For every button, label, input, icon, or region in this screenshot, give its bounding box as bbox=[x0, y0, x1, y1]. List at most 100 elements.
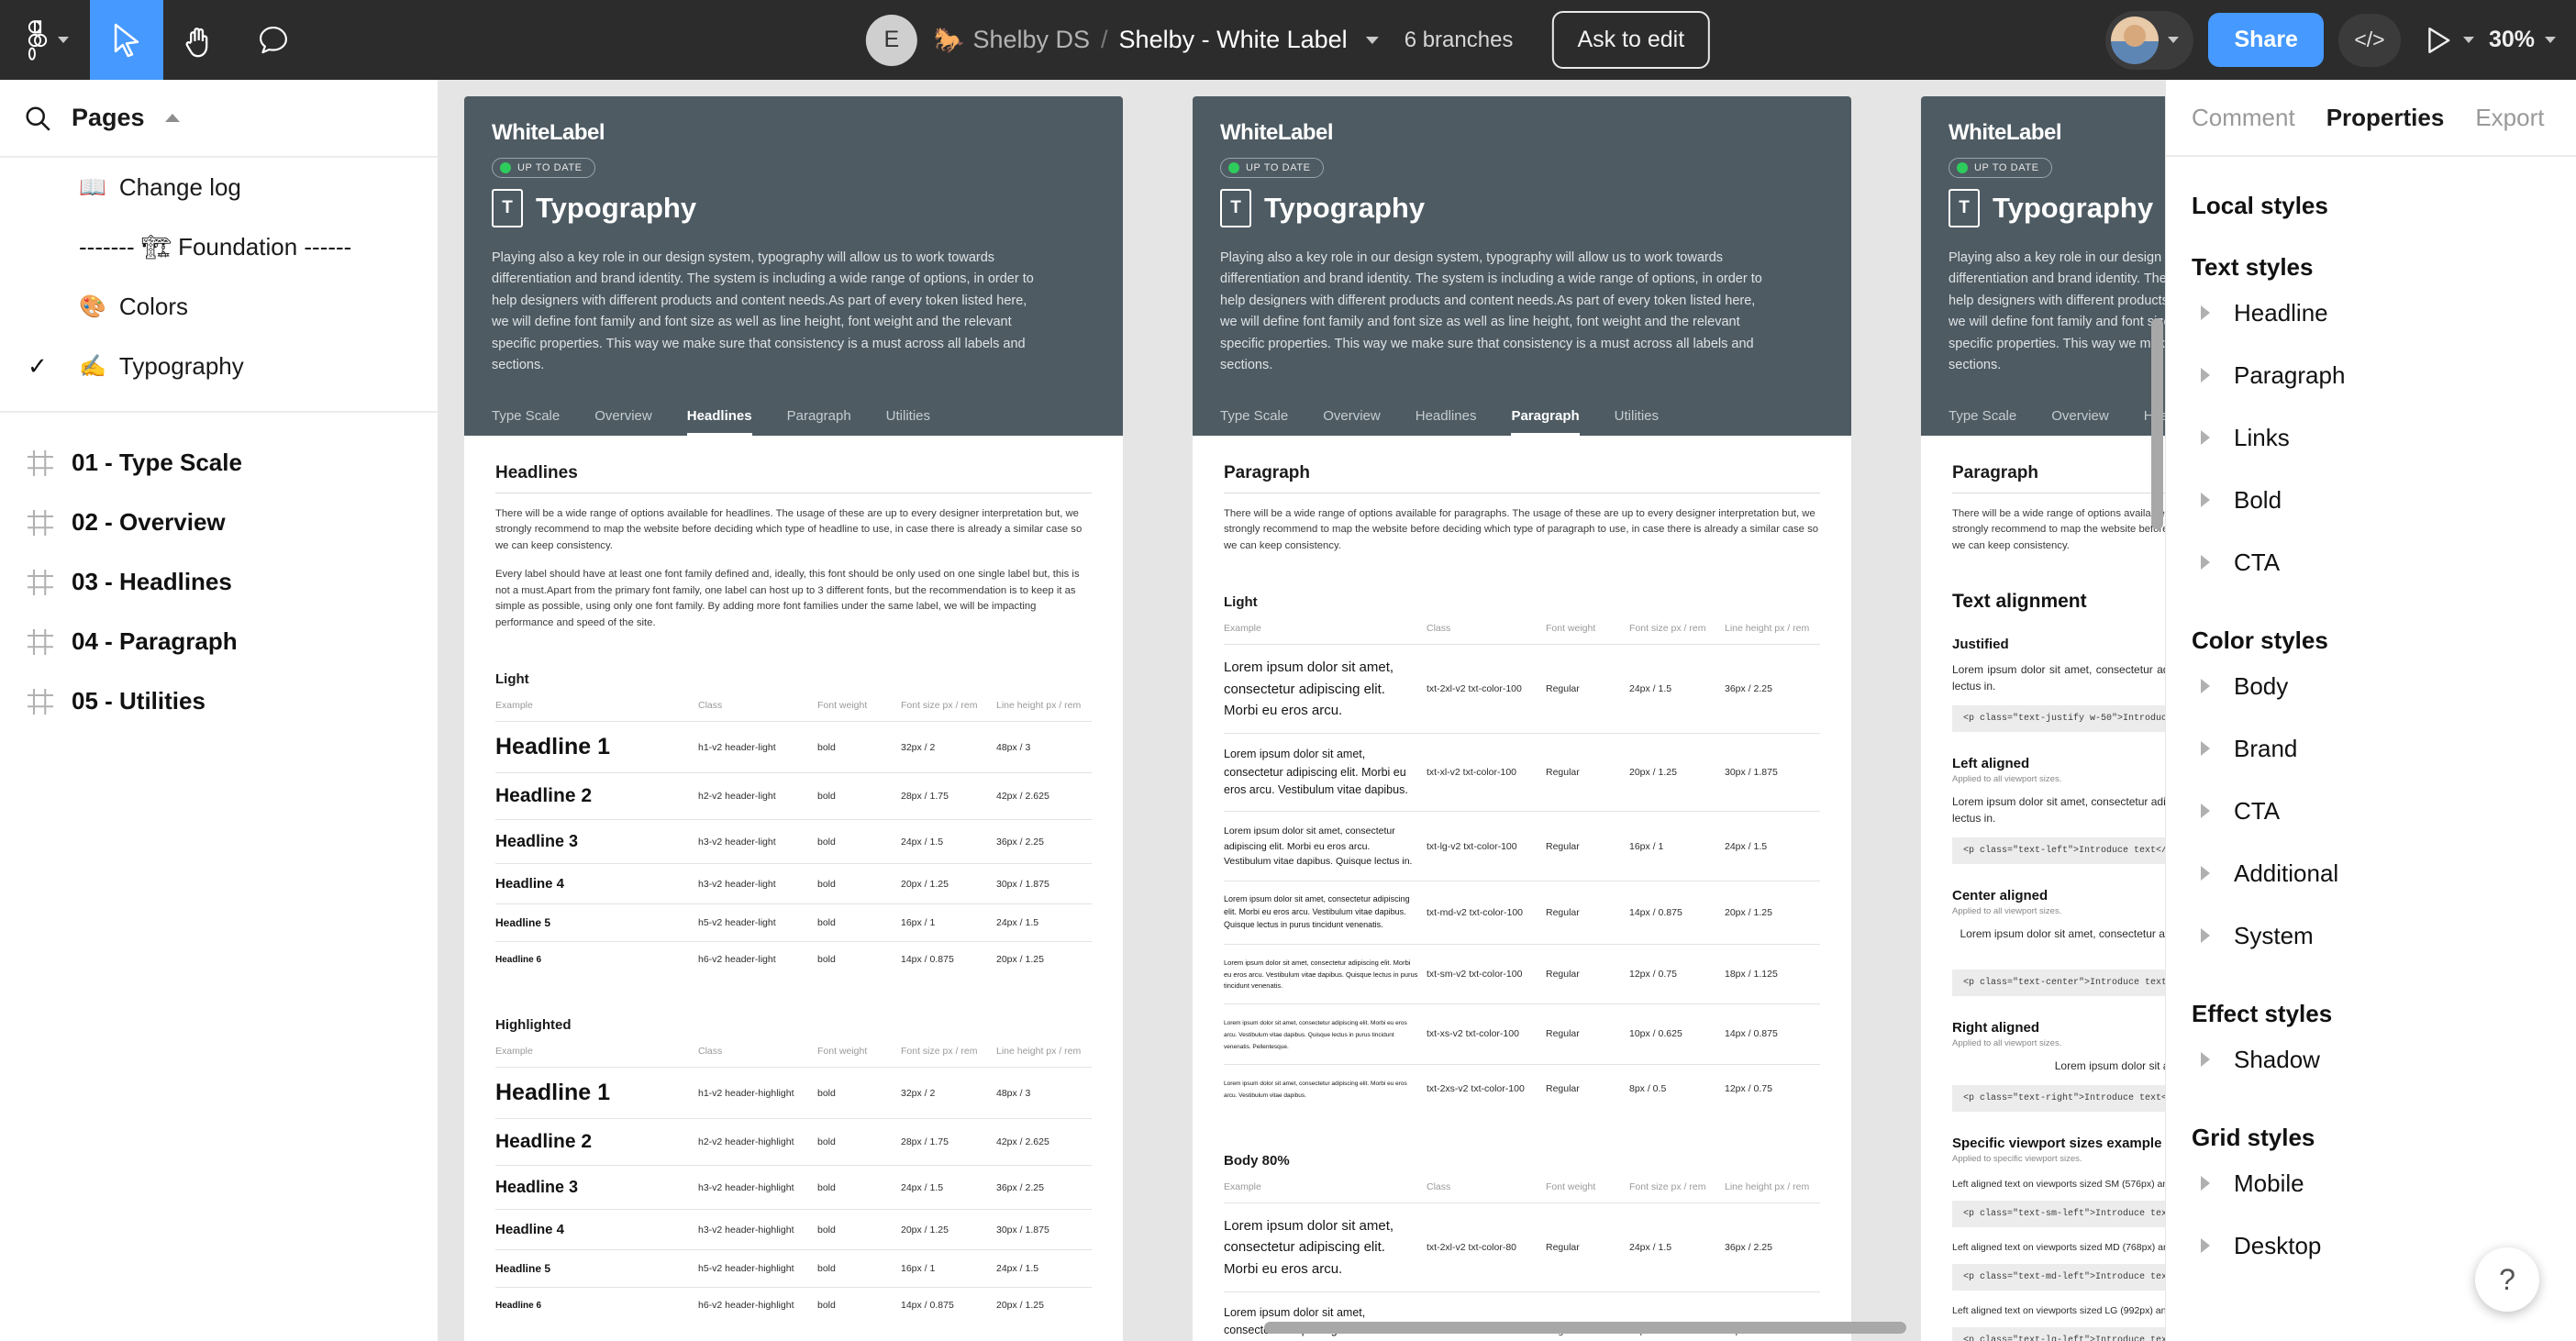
hero-tab-headlines[interactable]: Headlines bbox=[686, 408, 752, 436]
hero-tab-type-scale[interactable]: Type Scale bbox=[1949, 408, 2016, 436]
search-icon[interactable] bbox=[24, 105, 51, 132]
cell-class: h5-v2 header-highlight bbox=[698, 1249, 817, 1288]
hero-tab-type-scale[interactable]: Type Scale bbox=[492, 408, 560, 436]
block-title-center: Center aligned bbox=[1952, 888, 2049, 904]
zoom-level-label: 30% bbox=[2488, 27, 2535, 52]
hero-tab-type-scale[interactable]: Type Scale bbox=[1220, 408, 1288, 436]
layer-item-overview[interactable]: 02 - Overview bbox=[0, 493, 438, 552]
canvas-horizontal-scrollbar[interactable] bbox=[1264, 1322, 1906, 1334]
layer-item-type-scale[interactable]: 01 - Type Scale bbox=[0, 433, 438, 493]
viewport-line-lg: Left aligned text on viewports sized LG … bbox=[1952, 1305, 2165, 1317]
chevron-up-icon[interactable] bbox=[164, 114, 180, 122]
present-button[interactable] bbox=[2425, 26, 2474, 55]
sidebar-page-colors[interactable]: 🎨 Colors bbox=[0, 277, 438, 337]
chevron-right-icon bbox=[2201, 555, 2210, 570]
paragraph-table-light: Example Class Font weight Font size px /… bbox=[1224, 623, 1820, 1114]
cell-class: h5-v2 header-light bbox=[698, 903, 817, 942]
chevron-right-icon bbox=[2201, 679, 2210, 693]
status-dot-icon bbox=[500, 162, 511, 173]
col-example: Example bbox=[1224, 623, 1261, 635]
style-row-paragraph[interactable]: Paragraph bbox=[2192, 344, 2550, 406]
collaborator-avatar-group[interactable] bbox=[2105, 10, 2194, 70]
chevron-down-icon[interactable] bbox=[1365, 36, 1379, 44]
hero-tab-headlines[interactable]: Headlines bbox=[1416, 408, 1477, 436]
page-label: Typography bbox=[118, 352, 244, 380]
hero-tab-paragraph[interactable]: Paragraph bbox=[787, 408, 851, 436]
sidebar-page-foundation-divider[interactable]: ------- 🏗 Foundation ------ bbox=[0, 217, 438, 277]
hero-tab-utilities[interactable]: Utilities bbox=[886, 408, 930, 436]
hero-title-row: T Typography bbox=[1949, 189, 2165, 227]
table-row: Headline 6 h6-v2 header-light bold 14px … bbox=[495, 941, 1092, 978]
style-row-mobile[interactable]: Mobile bbox=[2192, 1152, 2550, 1214]
breadcrumb-team[interactable]: 🐎 Shelby DS bbox=[934, 26, 1090, 55]
group-title-light: Light bbox=[495, 671, 529, 688]
col-example: Example bbox=[495, 700, 533, 712]
hero-tab-overview[interactable]: Overview bbox=[1323, 408, 1381, 436]
paragraph-table-body80: Example Class Font weight Font size px /… bbox=[1224, 1181, 1820, 1341]
layer-item-headlines[interactable]: 03 - Headlines bbox=[0, 552, 438, 612]
play-icon bbox=[2428, 27, 2450, 53]
cursor-icon bbox=[114, 23, 139, 57]
comment-tool[interactable] bbox=[237, 0, 310, 80]
cell-example: Headline 4 bbox=[495, 863, 698, 904]
canvas-frame-headlines[interactable]: 03 - Headlines WhiteLabel UP TO DATE T T… bbox=[464, 96, 1123, 1341]
sidebar-page-change-log[interactable]: 📖 Change log bbox=[0, 158, 438, 217]
tab-comment[interactable]: Comment bbox=[2192, 104, 2295, 132]
help-button[interactable]: ? bbox=[2475, 1247, 2539, 1312]
cell-weight: Regular bbox=[1546, 733, 1629, 812]
figma-menu-button[interactable] bbox=[0, 0, 90, 80]
chevron-right-icon bbox=[2201, 803, 2210, 818]
style-row-links[interactable]: Links bbox=[2192, 406, 2550, 469]
canvas-frame-paragraph[interactable]: 04 - Paragraph WhiteLabel UP TO DATE T T… bbox=[1193, 96, 1851, 1341]
cell-class: txt-md-v2 txt-color-100 bbox=[1427, 881, 1546, 945]
style-row-body[interactable]: Body bbox=[2192, 655, 2550, 717]
style-row-bold[interactable]: Bold bbox=[2192, 469, 2550, 531]
zoom-control[interactable]: 30% bbox=[2489, 27, 2556, 53]
frame-icon bbox=[28, 688, 53, 715]
move-tool[interactable] bbox=[90, 0, 163, 80]
breadcrumb-file-name[interactable]: Shelby - White Label bbox=[1119, 26, 1348, 54]
style-row-cta-text[interactable]: CTA bbox=[2192, 531, 2550, 593]
style-row-cta-color[interactable]: CTA bbox=[2192, 780, 2550, 842]
col-class: Class bbox=[698, 1046, 723, 1058]
cell-lineheight: 24px / 1.5 bbox=[996, 1249, 1092, 1288]
style-row-shadow[interactable]: Shadow bbox=[2192, 1028, 2550, 1091]
cell-example: Headline 1 bbox=[495, 1067, 698, 1119]
cell-lineheight: 20px / 1.25 bbox=[996, 1287, 1092, 1324]
cell-size: 10px / 0.625 bbox=[1629, 1003, 1725, 1065]
hero-tab-utilities[interactable]: Utilities bbox=[1615, 408, 1659, 436]
style-row-headline[interactable]: Headline bbox=[2192, 282, 2550, 344]
style-row-system[interactable]: System bbox=[2192, 904, 2550, 967]
branches-count[interactable]: 6 branches bbox=[1405, 28, 1514, 53]
hero-tab-overview[interactable]: Overview bbox=[594, 408, 652, 436]
section-intro-1: There will be a wide range of options av… bbox=[1224, 507, 1819, 551]
table-row: Lorem ipsum dolor sit amet, consectetur … bbox=[1224, 1202, 1820, 1292]
layer-item-utilities[interactable]: 05 - Utilities bbox=[0, 671, 438, 731]
sidebar-page-typography[interactable]: ✓ ✍️ Typography bbox=[0, 337, 438, 396]
hero-tab-overview[interactable]: Overview bbox=[2051, 408, 2109, 436]
cell-class: txt-2xs-v2 txt-color-100 bbox=[1427, 1063, 1546, 1114]
style-row-brand[interactable]: Brand bbox=[2192, 717, 2550, 780]
canvas-frame-utilities[interactable]: 05 - Utilities WhiteLabel UP TO DATE T T… bbox=[1921, 96, 2165, 1341]
layer-item-paragraph[interactable]: 04 - Paragraph bbox=[0, 612, 438, 671]
document-icon: T bbox=[1949, 189, 1980, 227]
tab-export[interactable]: Export bbox=[2475, 104, 2544, 132]
dev-mode-button[interactable]: </> bbox=[2337, 13, 2401, 67]
viewport-note: Applied to specific viewport sizes. bbox=[1952, 1154, 2082, 1165]
cell-weight: bold bbox=[817, 941, 901, 978]
canvas-viewport[interactable]: 03 - Headlines WhiteLabel UP TO DATE T T… bbox=[439, 80, 2165, 1341]
tab-properties[interactable]: Properties bbox=[2326, 104, 2445, 132]
cell-weight: bold bbox=[817, 819, 901, 864]
canvas-vertical-scrollbar[interactable] bbox=[2151, 318, 2163, 529]
viewport-line-md: Left aligned text on viewports sized MD … bbox=[1952, 1242, 2165, 1254]
hero-tab-paragraph[interactable]: Paragraph bbox=[1511, 408, 1580, 436]
style-label: CTA bbox=[2234, 796, 2281, 825]
layer-label: 01 - Type Scale bbox=[72, 449, 242, 476]
document-icon: T bbox=[1220, 189, 1251, 227]
ask-to-edit-button[interactable]: Ask to edit bbox=[1551, 11, 1711, 69]
share-button[interactable]: Share bbox=[2208, 13, 2324, 67]
chevron-right-icon bbox=[2201, 1238, 2210, 1253]
style-row-additional[interactable]: Additional bbox=[2192, 842, 2550, 904]
style-label: Shadow bbox=[2234, 1045, 2320, 1073]
hand-tool[interactable] bbox=[163, 0, 237, 80]
